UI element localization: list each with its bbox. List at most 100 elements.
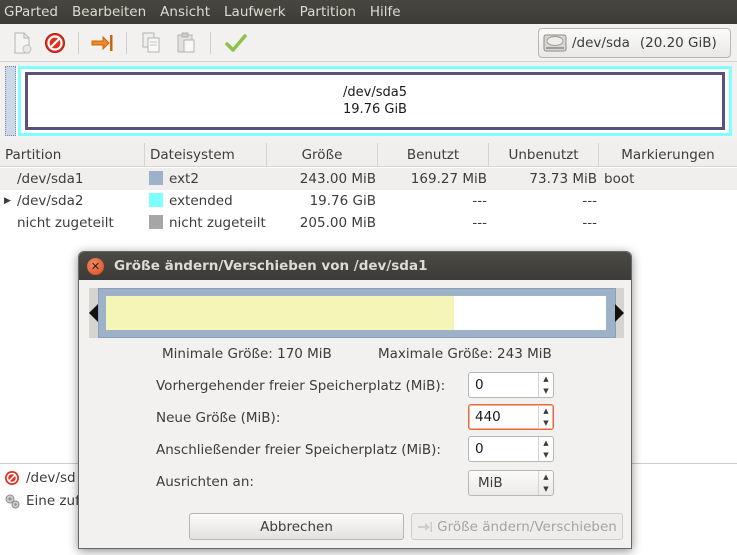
- device-name: /dev/sda: [572, 35, 630, 51]
- spin-up-icon[interactable]: ▲: [539, 373, 553, 385]
- resize-graphic[interactable]: [89, 288, 624, 338]
- new-size-field[interactable]: 440 ▲ ▼: [468, 404, 554, 430]
- header-flags[interactable]: Markierungen: [599, 143, 737, 167]
- spin-up-icon[interactable]: ▲: [539, 405, 553, 417]
- menu-ansicht[interactable]: Ansicht: [160, 4, 210, 20]
- operation-item[interactable]: Eine zuf: [4, 493, 80, 509]
- gears-icon: [5, 494, 20, 509]
- paste-icon: [177, 32, 195, 53]
- copy-button[interactable]: [137, 29, 165, 57]
- spin-down-icon[interactable]: ▼: [539, 417, 553, 429]
- cell-unused: ---: [582, 193, 597, 209]
- cell-size: 205.00 MiB: [299, 215, 376, 231]
- menu-bearbeiten[interactable]: Bearbeiten: [72, 4, 146, 20]
- table-row[interactable]: /dev/sda1 ext2 243.00 MiB 169.27 MiB 73.…: [0, 168, 737, 190]
- following-space-value[interactable]: 0: [475, 441, 484, 457]
- cell-filesystem: nicht zugeteilt: [169, 215, 266, 231]
- align-value: MiB: [478, 475, 503, 491]
- following-space-label: Anschließender freier Speicherplatz (MiB…: [156, 442, 441, 458]
- new-size-label: Neue Größe (MiB):: [156, 410, 281, 426]
- spin-down-icon[interactable]: ▼: [539, 449, 553, 461]
- cell-size: 19.76 GiB: [309, 193, 376, 209]
- preceding-space-field[interactable]: 0 ▲ ▼: [468, 372, 554, 398]
- graphic-partition-size: 19.76 GiB: [343, 102, 407, 117]
- new-document-icon: [14, 32, 32, 54]
- cell-unused: ---: [582, 215, 597, 231]
- cell-used: ---: [472, 193, 487, 209]
- fs-color-swatch: [149, 171, 163, 185]
- operation-text: Eine zuf: [26, 493, 80, 509]
- cell-used: 169.27 MiB: [410, 171, 487, 187]
- min-size-label: Minimale Größe: 170 MiB: [162, 346, 332, 362]
- resize-arrow-icon: [91, 35, 113, 51]
- chevron-down-icon: ▼: [543, 485, 549, 493]
- table-header: Partition Dateisystem Größe Benutzt Unbe…: [0, 143, 737, 167]
- resize-move-dialog: ✕ Größe ändern/Verschieben von /dev/sda1…: [78, 251, 632, 549]
- paste-button[interactable]: [172, 29, 200, 57]
- operation-text: /dev/sd: [26, 470, 76, 486]
- delete-icon: [45, 33, 65, 53]
- fs-color-swatch: [149, 215, 163, 229]
- fs-color-swatch: [149, 193, 163, 207]
- header-filesystem[interactable]: Dateisystem: [145, 143, 267, 167]
- align-select[interactable]: MiB ▲ ▼: [468, 470, 554, 496]
- right-resize-handle-icon[interactable]: [615, 304, 624, 322]
- used-space-bar: [106, 296, 454, 330]
- following-space-field[interactable]: 0 ▲ ▼: [468, 436, 554, 462]
- chevron-up-icon: ▲: [543, 473, 549, 481]
- header-partition[interactable]: Partition: [0, 143, 145, 167]
- new-partition-button[interactable]: [8, 29, 36, 57]
- partition-block-sda5[interactable]: /dev/sda5 19.76 GiB: [25, 72, 725, 130]
- preceding-space-label: Vorhergehender freier Speicherplatz (MiB…: [156, 378, 446, 394]
- partition-block-sda1[interactable]: [5, 66, 16, 136]
- spin-up-icon[interactable]: ▲: [539, 437, 553, 449]
- checkmark-icon: [225, 34, 247, 52]
- resize-arrow-icon: [418, 521, 433, 532]
- close-icon[interactable]: ✕: [87, 257, 104, 275]
- table-row[interactable]: ▶ /dev/sda2 extended 19.76 GiB --- ---: [0, 190, 737, 212]
- menu-hilfe[interactable]: Hilfe: [370, 4, 401, 20]
- device-size: (20.20 GiB): [639, 35, 717, 51]
- apply-button-label: Größe ändern/Verschieben: [437, 518, 617, 535]
- preceding-space-value[interactable]: 0: [475, 377, 484, 393]
- dialog-title: Größe ändern/Verschieben von /dev/sda1: [114, 258, 428, 274]
- menu-partition[interactable]: Partition: [300, 4, 356, 20]
- dialog-titlebar: ✕ Größe ändern/Verschieben von /dev/sda1: [79, 252, 631, 280]
- cancel-button[interactable]: Abbrechen: [189, 513, 404, 540]
- expander-icon[interactable]: ▶: [4, 190, 11, 212]
- cell-partition: /dev/sda1: [17, 171, 84, 187]
- partition-graphic: /dev/sda5 19.76 GiB: [5, 66, 732, 136]
- cell-used: ---: [472, 215, 487, 231]
- cell-unused: 73.73 MiB: [529, 171, 597, 187]
- device-selector[interactable]: /dev/sda (20.20 GiB): [538, 28, 731, 58]
- menu-laufwerk[interactable]: Laufwerk: [224, 4, 286, 20]
- cell-partition: nicht zugeteilt: [17, 215, 114, 231]
- left-resize-handle-icon[interactable]: [89, 304, 98, 322]
- menu-gparted[interactable]: GParted: [4, 4, 58, 20]
- header-size[interactable]: Größe: [267, 143, 378, 167]
- delete-partition-button[interactable]: [41, 29, 69, 57]
- resize-move-button[interactable]: [88, 29, 116, 57]
- cell-flags: boot: [604, 171, 635, 187]
- spin-down-icon[interactable]: ▼: [539, 385, 553, 397]
- operation-item[interactable]: /dev/sd: [4, 470, 76, 486]
- header-used[interactable]: Benutzt: [378, 143, 489, 167]
- resize-move-apply-button[interactable]: Größe ändern/Verschieben: [411, 513, 623, 540]
- cell-size: 243.00 MiB: [299, 171, 376, 187]
- delete-icon: [5, 471, 19, 485]
- header-unused[interactable]: Unbenutzt: [489, 143, 599, 167]
- cell-filesystem: extended: [169, 193, 233, 209]
- harddisk-icon: [543, 34, 567, 52]
- table-row[interactable]: nicht zugeteilt nicht zugeteilt 205.00 M…: [0, 212, 737, 234]
- free-space-bar: [454, 296, 606, 330]
- partition-frame[interactable]: [98, 288, 616, 338]
- partition-block-extended[interactable]: /dev/sda5 19.76 GiB: [18, 66, 732, 136]
- copy-icon: [142, 32, 160, 53]
- new-size-value[interactable]: 440: [475, 409, 501, 425]
- cell-partition: /dev/sda2: [17, 193, 84, 209]
- cell-filesystem: ext2: [169, 171, 199, 187]
- toolbar: /dev/sda (20.20 GiB): [0, 24, 737, 62]
- menu-bar: GParted Bearbeiten Ansicht Laufwerk Part…: [0, 0, 737, 24]
- apply-button[interactable]: [222, 29, 250, 57]
- align-label: Ausrichten an:: [156, 474, 254, 490]
